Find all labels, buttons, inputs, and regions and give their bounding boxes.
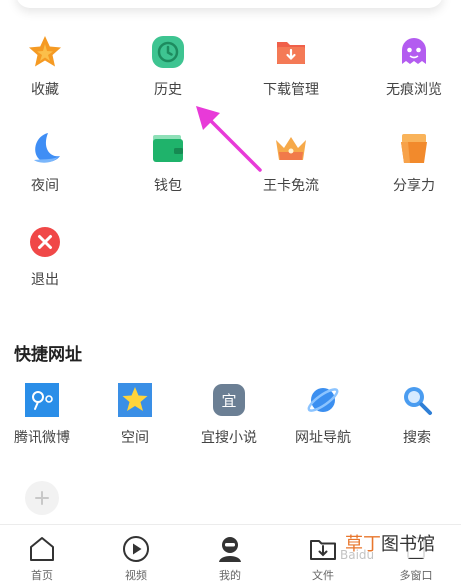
grid-item-incognito[interactable]: 无痕浏览 — [366, 34, 461, 99]
watermark-part-b: 图书馆 — [381, 534, 435, 555]
tencent-weibo-icon — [24, 382, 60, 418]
quick-link-qzone[interactable]: 空间 — [87, 382, 183, 447]
top-card — [16, 0, 443, 8]
nav-item-label: 我的 — [219, 569, 241, 582]
user-icon — [219, 537, 241, 562]
nav-item-label: 首页 — [31, 569, 53, 582]
share-cup-icon — [396, 130, 432, 166]
nav-item-video[interactable]: 视频 — [96, 535, 176, 583]
quick-link-label: 搜索 — [403, 430, 431, 446]
grid-item-label: 退出 — [31, 272, 59, 288]
nav-item-label: 文件 — [312, 569, 334, 582]
wallet-icon — [150, 130, 186, 166]
grid-item-label: 夜间 — [31, 178, 59, 194]
grid-item-history[interactable]: 历史 — [120, 34, 216, 99]
grid-item-share-power[interactable]: 分享力 — [366, 130, 461, 195]
baidu-watermark: Baidu — [340, 548, 375, 562]
quick-link-label: 空间 — [121, 430, 149, 446]
grid-item-night-mode[interactable]: 夜间 — [0, 130, 93, 195]
quick-links-title: 快捷网址 — [14, 345, 82, 365]
exit-icon — [27, 224, 63, 260]
annotation-arrow-icon — [196, 106, 262, 172]
grid-item-downloads[interactable]: 下载管理 — [243, 34, 339, 99]
file-download-icon — [310, 540, 336, 560]
plus-icon — [35, 491, 49, 505]
play-icon — [123, 536, 149, 562]
nav-item-home[interactable]: 首页 — [2, 535, 82, 583]
nav-item-label: 视频 — [125, 569, 147, 582]
quick-link-yisou[interactable]: 宜 宜搜小说 — [181, 382, 277, 447]
grid-item-exit[interactable]: 退出 — [0, 224, 93, 289]
add-quick-link-button[interactable] — [25, 481, 59, 515]
moon-icon — [27, 130, 63, 166]
quick-link-nav[interactable]: 网址导航 — [275, 382, 371, 447]
crown-icon — [273, 130, 309, 166]
star-icon — [27, 34, 63, 70]
download-folder-icon — [273, 34, 309, 70]
grid-item-label: 历史 — [154, 82, 182, 98]
home-icon — [30, 537, 54, 561]
yisou-icon: 宜 — [211, 382, 247, 418]
grid-item-label: 收藏 — [31, 82, 59, 98]
quick-link-label: 网址导航 — [295, 430, 351, 446]
planet-icon — [305, 382, 341, 418]
grid-item-label: 下载管理 — [263, 82, 319, 98]
nav-item-label: 多窗口 — [399, 569, 433, 582]
nav-item-mine[interactable]: 我的 — [190, 535, 270, 583]
grid-item-label: 无痕浏览 — [386, 82, 442, 98]
ghost-icon — [396, 34, 432, 70]
search-icon — [399, 382, 435, 418]
grid-item-label: 钱包 — [154, 178, 182, 194]
clock-icon — [150, 34, 186, 70]
quick-link-search[interactable]: 搜索 — [369, 382, 461, 447]
grid-item-favorites[interactable]: 收藏 — [0, 34, 93, 99]
qzone-star-icon — [117, 382, 153, 418]
quick-link-label: 腾讯微博 — [14, 430, 70, 446]
grid-item-label: 分享力 — [393, 178, 435, 194]
quick-link-label: 宜搜小说 — [201, 430, 257, 446]
quick-link-tencent-weibo[interactable]: 腾讯微博 — [0, 382, 90, 447]
grid-item-label: 王卡免流 — [263, 178, 319, 194]
yisou-glyph: 宜 — [213, 384, 245, 416]
